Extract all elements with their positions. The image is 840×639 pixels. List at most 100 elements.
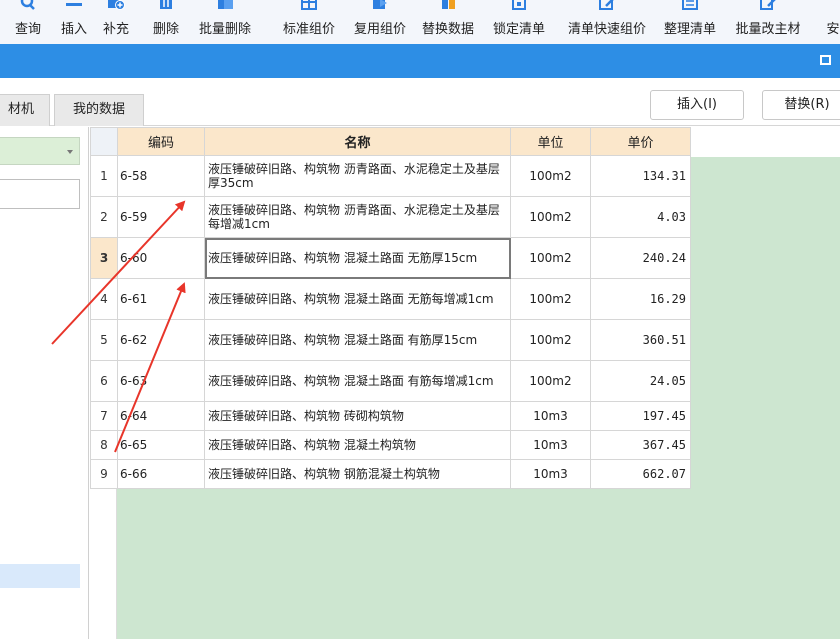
quota-table: 编码 名称 单位 单价 1 6-58 液压锤破碎旧路、构筑物 沥青路面、水泥稳定… xyxy=(90,127,691,489)
grid-corner xyxy=(90,127,118,156)
cell-price[interactable]: 16.29 xyxy=(590,278,691,320)
cell-code[interactable]: 6-60 xyxy=(117,237,205,279)
table-row[interactable]: 8 6-65 液压锤破碎旧路、构筑物 混凝土构筑物 10m3 367.45 xyxy=(90,430,691,460)
cell-name[interactable]: 液压锤破碎旧路、构筑物 沥青路面、水泥稳定土及基层 厚35cm xyxy=(204,155,511,197)
category-select[interactable] xyxy=(0,137,80,165)
toolbar-reuse-price-button[interactable]: 复用组价 xyxy=(346,0,414,44)
cell-price[interactable]: 662.07 xyxy=(590,459,691,489)
chevron-down-icon xyxy=(67,150,73,154)
replace-data-icon xyxy=(442,0,455,9)
column-header-name[interactable]: 名称 xyxy=(204,127,511,156)
tab-materials-machines[interactable]: 材机 xyxy=(0,94,50,126)
toolbar-standard-price-button[interactable]: 标准组价 xyxy=(274,0,344,44)
cell-price[interactable]: 367.45 xyxy=(590,430,691,460)
cell-price[interactable]: 240.24 xyxy=(590,237,691,279)
toolbar-label: 批量删除 xyxy=(198,22,251,37)
batch-delete-icon xyxy=(218,0,233,9)
toolbar-label: 查询 xyxy=(14,22,41,37)
cell-code[interactable]: 6-61 xyxy=(117,278,205,320)
toolbar-delete-button[interactable]: 删除 xyxy=(146,0,186,44)
column-header-price[interactable]: 单价 xyxy=(590,127,691,156)
reuse-price-icon xyxy=(373,0,387,9)
toolbar-install-button[interactable]: 安 xyxy=(818,0,840,44)
table-row[interactable]: 1 6-58 液压锤破碎旧路、构筑物 沥青路面、水泥稳定土及基层 厚35cm 1… xyxy=(90,155,691,197)
cell-name[interactable]: 液压锤破碎旧路、构筑物 混凝土路面 有筋每增减1cm xyxy=(204,360,511,402)
table-row[interactable]: 7 6-64 液压锤破碎旧路、构筑物 砖砌构筑物 10m3 197.45 xyxy=(90,401,691,431)
insert-button[interactable]: 插入(I) xyxy=(650,90,744,120)
row-number: 1 xyxy=(90,155,118,197)
row-number: 4 xyxy=(90,278,118,320)
organize-list-icon xyxy=(682,0,698,10)
toolbar-quick-price-button[interactable]: 清单快速组价 xyxy=(560,0,654,44)
cell-name[interactable]: 液压锤破碎旧路、构筑物 沥青路面、水泥稳定土及基层 每增减1cm xyxy=(204,196,511,238)
cell-price[interactable]: 4.03 xyxy=(590,196,691,238)
tab-my-data[interactable]: 我的数据 xyxy=(54,94,144,126)
cell-code[interactable]: 6-64 xyxy=(117,401,205,431)
toolbar-add-button[interactable]: 补充 xyxy=(96,0,136,44)
cell-code[interactable]: 6-58 xyxy=(117,155,205,197)
cell-code[interactable]: 6-66 xyxy=(117,459,205,489)
table-row[interactable]: 9 6-66 液压锤破碎旧路、构筑物 钢筋混凝土构筑物 10m3 662.07 xyxy=(90,459,691,489)
toolbar-insert-button[interactable]: 插入 xyxy=(54,0,94,44)
quick-price-icon xyxy=(599,0,614,10)
toolbar-lock-list-button[interactable]: 锁定清单 xyxy=(486,0,552,44)
cell-unit[interactable]: 100m2 xyxy=(510,237,591,279)
cell-code[interactable]: 6-63 xyxy=(117,360,205,402)
toolbar-label: 替换数据 xyxy=(421,22,474,37)
row-number: 7 xyxy=(90,401,118,431)
table-row[interactable]: 4 6-61 液压锤破碎旧路、构筑物 混凝土路面 无筋每增减1cm 100m2 … xyxy=(90,278,691,320)
column-header-unit[interactable]: 单位 xyxy=(510,127,591,156)
toolbar-replace-data-button[interactable]: 替换数据 xyxy=(414,0,482,44)
search-icon xyxy=(20,0,35,10)
toolbar-batch-edit-button[interactable]: 批量改主材 xyxy=(726,0,810,44)
toolbar: 查询 插入 补充 删除 批量删除 标准组价 复用组价 替换数据 锁定清单 清单快… xyxy=(0,0,840,44)
table-row[interactable]: 2 6-59 液压锤破碎旧路、构筑物 沥青路面、水泥稳定土及基层 每增减1cm … xyxy=(90,196,691,238)
cell-name[interactable]: 液压锤破碎旧路、构筑物 混凝土构筑物 xyxy=(204,430,511,460)
tree-item-selected[interactable] xyxy=(0,564,80,588)
toolbar-label: 补充 xyxy=(102,22,129,37)
toolbar-label: 复用组价 xyxy=(353,22,406,37)
cell-price[interactable]: 24.05 xyxy=(590,360,691,402)
cell-unit[interactable]: 100m2 xyxy=(510,196,591,238)
cell-name-selected[interactable]: 液压锤破碎旧路、构筑物 混凝土路面 无筋厚15cm xyxy=(204,237,511,279)
cell-code[interactable]: 6-59 xyxy=(117,196,205,238)
cell-unit[interactable]: 100m2 xyxy=(510,319,591,361)
cell-unit[interactable]: 10m3 xyxy=(510,459,591,489)
cell-unit[interactable]: 10m3 xyxy=(510,401,591,431)
table-row-selected[interactable]: 3 6-60 液压锤破碎旧路、构筑物 混凝土路面 无筋厚15cm 100m2 2… xyxy=(90,237,691,279)
cell-name[interactable]: 液压锤破碎旧路、构筑物 混凝土路面 有筋厚15cm xyxy=(204,319,511,361)
cell-unit[interactable]: 10m3 xyxy=(510,430,591,460)
toolbar-organize-list-button[interactable]: 整理清单 xyxy=(656,0,724,44)
row-number: 3 xyxy=(90,237,118,279)
window-restore-icon[interactable] xyxy=(820,55,831,65)
panel-titlebar xyxy=(0,44,840,78)
toolbar-label: 标准组价 xyxy=(282,22,335,37)
search-input[interactable] xyxy=(0,179,80,209)
table-row[interactable]: 5 6-62 液压锤破碎旧路、构筑物 混凝土路面 有筋厚15cm 100m2 3… xyxy=(90,319,691,361)
row-number: 8 xyxy=(90,430,118,460)
cell-unit[interactable]: 100m2 xyxy=(510,155,591,197)
standard-price-icon xyxy=(301,0,317,10)
toolbar-query-button[interactable]: 查询 xyxy=(8,0,48,44)
cell-name[interactable]: 液压锤破碎旧路、构筑物 钢筋混凝土构筑物 xyxy=(204,459,511,489)
lock-icon xyxy=(512,0,526,10)
cell-unit[interactable]: 100m2 xyxy=(510,278,591,320)
toolbar-label: 清单快速组价 xyxy=(567,22,646,37)
toolbar-batch-delete-button[interactable]: 批量删除 xyxy=(193,0,257,44)
cell-name[interactable]: 液压锤破碎旧路、构筑物 砖砌构筑物 xyxy=(204,401,511,431)
header-filler xyxy=(690,127,840,157)
cell-price[interactable]: 197.45 xyxy=(590,401,691,431)
column-header-code[interactable]: 编码 xyxy=(117,127,205,156)
cell-unit[interactable]: 100m2 xyxy=(510,360,591,402)
cell-code[interactable]: 6-65 xyxy=(117,430,205,460)
left-panel xyxy=(0,127,89,639)
replace-button[interactable]: 替换(R) xyxy=(762,90,840,120)
cell-price[interactable]: 360.51 xyxy=(590,319,691,361)
delete-icon xyxy=(160,0,172,9)
cell-name[interactable]: 液压锤破碎旧路、构筑物 混凝土路面 无筋每增减1cm xyxy=(204,278,511,320)
batch-edit-icon xyxy=(760,0,776,10)
table-row[interactable]: 6 6-63 液压锤破碎旧路、构筑物 混凝土路面 有筋每增减1cm 100m2 … xyxy=(90,360,691,402)
cell-price[interactable]: 134.31 xyxy=(590,155,691,197)
toolbar-label: 插入 xyxy=(60,22,87,37)
cell-code[interactable]: 6-62 xyxy=(117,319,205,361)
